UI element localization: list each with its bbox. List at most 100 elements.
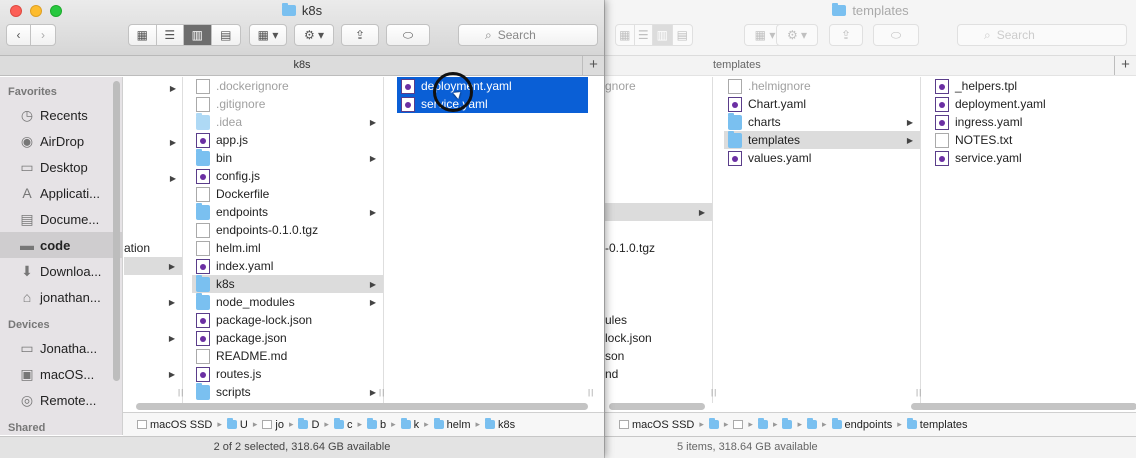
list-item[interactable]: Chart.yaml [724, 95, 920, 113]
sidebar-item-home[interactable]: ⌂ jonathan... [0, 284, 122, 310]
window-tab[interactable]: templates + [605, 56, 1136, 76]
tags-button[interactable]: ⬭ [873, 24, 919, 46]
path-segment[interactable]: templates [906, 418, 968, 431]
icon-view-button[interactable]: ▦ [129, 25, 157, 45]
list-item[interactable] [605, 95, 712, 113]
path-segment[interactable]: k8s [485, 418, 515, 431]
back-button[interactable]: ‹ [7, 25, 32, 45]
list-item[interactable]: .helmignore [724, 77, 920, 95]
list-item[interactable] [605, 221, 712, 239]
horizontal-scrollbar[interactable] [911, 403, 1136, 410]
list-item[interactable]: ▶ [124, 365, 182, 383]
sidebar-item-airdrop[interactable]: ◉ AirDrop [0, 128, 122, 154]
list-item[interactable]: ▶ [124, 79, 183, 97]
tags-button[interactable]: ⬭ [386, 24, 430, 46]
list-item[interactable] [605, 293, 712, 311]
window-tab[interactable]: k8s + [0, 56, 604, 76]
list-item[interactable] [605, 275, 712, 293]
list-item[interactable]: ▶ [124, 133, 183, 151]
list-item[interactable]: config.js [192, 167, 383, 185]
list-item[interactable]: -0.1.0.tgz [605, 239, 712, 257]
list-item[interactable]: ▶ [124, 293, 182, 311]
sidebar-item-applications[interactable]: A Applicati... [0, 180, 122, 206]
list-item[interactable]: .gitignore [192, 95, 383, 113]
list-item[interactable]: ▶ [124, 257, 182, 275]
list-item-selected[interactable]: deployment.yaml [397, 77, 588, 95]
column-resize-handle[interactable]: || [711, 388, 717, 397]
list-item-selected[interactable]: service.yaml [397, 95, 588, 113]
new-tab-button[interactable]: + [582, 56, 604, 75]
list-item[interactable]: ingress.yaml [931, 113, 1136, 131]
action-gear-button[interactable]: ⚙ ▾ [776, 24, 818, 46]
list-item[interactable]: package-lock.json [192, 311, 383, 329]
list-item[interactable]: _helpers.tpl [931, 77, 1136, 95]
sidebar-item-recents[interactable]: ◷ Recents [0, 102, 122, 128]
share-button[interactable]: ⇪ [341, 24, 379, 46]
list-item[interactable]: helm.iml [192, 239, 383, 257]
share-button[interactable]: ⇪ [829, 24, 863, 46]
path-segment[interactable] [757, 418, 768, 429]
list-item[interactable]: endpoints ▶ [192, 202, 383, 221]
list-item[interactable]: NOTES.txt [931, 131, 1136, 149]
list-item[interactable]: index.yaml [192, 257, 383, 275]
title-bar[interactable]: templates ▦ ☰ ▥ ▤ ▦ ▾ ⚙ ▾ ⇪ ⬭ ⌕ Search [605, 0, 1136, 56]
sidebar-scrollbar[interactable] [113, 81, 120, 381]
list-item[interactable]: node_modules ▶ [192, 292, 383, 311]
path-segment[interactable]: macOS SSD [137, 419, 212, 431]
column-resize-handle[interactable]: || [588, 388, 594, 397]
path-segment[interactable]: U [226, 418, 248, 431]
list-item[interactable]: templates ▶ [724, 130, 920, 149]
sidebar-item-documents[interactable]: ▤ Docume... [0, 206, 122, 232]
list-item[interactable]: endpoints-0.1.0.tgz [192, 221, 383, 239]
list-item[interactable]: son [605, 347, 712, 365]
sidebar-item-macos-disk[interactable]: ▣ macOS... [0, 361, 122, 387]
browser-column[interactable]: .helmignore Chart.yaml charts ▶ templates… [724, 77, 921, 403]
list-item[interactable] [605, 257, 712, 275]
list-item[interactable] [605, 167, 712, 185]
path-segment[interactable]: jo [262, 419, 284, 431]
list-item[interactable]: deployment.yaml [931, 95, 1136, 113]
path-segment[interactable] [807, 418, 818, 429]
search-field[interactable]: ⌕ Search [957, 24, 1127, 46]
browser-column-partial[interactable]: gnore ▶ -0.1.0.tgz ules lock.json son nd [605, 77, 713, 403]
list-item[interactable]: bin ▶ [192, 148, 383, 167]
k8s-finder-window[interactable]: k8s ‹ › ▦ ☰ ▥ ▤ ▦ ▾ ⚙ ▾ ⇪ ⬭ ⌕ Search k8s… [0, 0, 604, 458]
action-gear-button[interactable]: ⚙ ▾ [294, 24, 334, 46]
column-view-button[interactable]: ▥ [653, 25, 673, 45]
view-switcher[interactable]: ▦ ☰ ▥ ▤ [615, 24, 693, 46]
path-segment[interactable]: k [400, 418, 419, 431]
new-tab-button[interactable]: + [1114, 56, 1136, 75]
gallery-view-button[interactable]: ▤ [673, 25, 692, 45]
list-view-button[interactable]: ☰ [157, 25, 185, 45]
horizontal-scrollbar[interactable] [609, 403, 705, 410]
browser-column[interactable]: _helpers.tpl deployment.yaml ingress.yam… [931, 77, 1136, 403]
browser-column[interactable]: .dockerignore .gitignore .idea ▶ app.js b… [192, 77, 384, 403]
list-item[interactable]: .idea ▶ [192, 112, 383, 131]
list-item[interactable]: ▶ [605, 203, 712, 221]
column-resize-handle[interactable]: || [916, 388, 922, 397]
sidebar-item-downloads[interactable]: ⬇ Downloa... [0, 258, 122, 284]
path-segment[interactable] [733, 420, 744, 429]
path-segment[interactable]: b [366, 418, 386, 431]
forward-button[interactable]: › [31, 25, 55, 45]
list-item[interactable]: app.js [192, 131, 383, 149]
list-item[interactable]: charts ▶ [724, 112, 920, 131]
list-item[interactable]: Dockerfile [192, 185, 383, 203]
list-item[interactable]: gnore [605, 77, 712, 95]
path-segment[interactable]: macOS SSD [619, 419, 694, 431]
gallery-view-button[interactable]: ▤ [212, 25, 240, 45]
path-segment[interactable] [708, 418, 719, 429]
sidebar-item-code[interactable]: ▬ code [0, 232, 122, 258]
list-item[interactable] [605, 185, 712, 203]
sidebar-item-computer[interactable]: ▭ Jonatha... [0, 335, 122, 361]
list-item[interactable]: scripts ▶ [192, 382, 383, 401]
list-item[interactable]: package.json [192, 329, 383, 347]
list-item[interactable]: ▶ [124, 329, 182, 347]
list-item[interactable]: lock.json [605, 329, 712, 347]
list-item[interactable]: values.yaml [724, 149, 920, 167]
list-item[interactable] [605, 113, 712, 131]
list-item[interactable]: README.md [192, 347, 383, 365]
list-item[interactable]: k8s ▶ [192, 274, 383, 293]
templates-finder-window[interactable]: templates ▦ ☰ ▥ ▤ ▦ ▾ ⚙ ▾ ⇪ ⬭ ⌕ Search t… [604, 0, 1136, 458]
column-view-button[interactable]: ▥ [184, 25, 212, 45]
